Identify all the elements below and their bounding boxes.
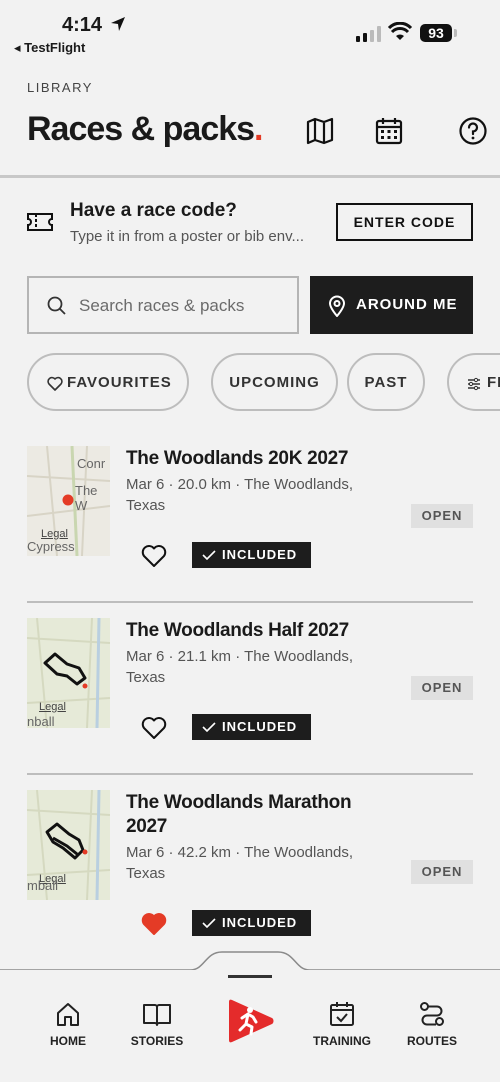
tab-label: HOME [50, 1034, 86, 1048]
filter-past-chip[interactable]: PAST [347, 353, 425, 411]
search-input[interactable] [77, 292, 291, 320]
page-title-dot: . [254, 110, 264, 148]
home-icon [57, 1003, 79, 1026]
tab-routes[interactable]: ROUTES [392, 1000, 472, 1048]
filter-more-chip[interactable]: FI [447, 353, 500, 411]
map-label: Conr [77, 456, 106, 471]
location-pin-icon [328, 295, 346, 317]
race-map-thumbnail: Legal nball [27, 618, 110, 728]
included-label: INCLUDED [222, 915, 298, 930]
header-divider [0, 175, 500, 178]
map-label: Cypress [27, 539, 75, 554]
tab-home[interactable]: HOME [28, 1000, 108, 1048]
filters-sliders-icon [468, 377, 480, 391]
race-meta: Mar 6 · 21.1 km · The Woodlands, Texas [126, 648, 354, 686]
included-badge: INCLUDED [192, 542, 311, 568]
race-meta: Mar 6 · 20.0 km · The Woodlands, Texas [126, 476, 354, 514]
race-code-subtitle: Type it in from a poster or bib env... [70, 228, 304, 245]
section-eyebrow: LIBRARY [27, 80, 93, 95]
chip-label: FAVOURITES [67, 374, 172, 391]
battery-indicator: 93 [420, 24, 452, 42]
filter-upcoming-chip[interactable]: UPCOMING [211, 353, 338, 411]
race-divider [27, 601, 473, 603]
filter-favourites-chip[interactable]: FAVOURITES [27, 353, 189, 411]
chip-label: FI [487, 374, 500, 391]
calendar-check-icon [330, 1002, 354, 1026]
race-code-title: Have a race code? [70, 200, 237, 221]
tab-label: TRAINING [313, 1034, 371, 1048]
checkmark-icon [202, 550, 216, 560]
status-badge: OPEN [411, 504, 473, 528]
checkmark-icon [202, 722, 216, 732]
race-title: The Woodlands Half 2027 [126, 620, 349, 641]
map-legal-link[interactable]: Legal [39, 701, 66, 713]
back-to-testflight-link[interactable]: ◂ TestFlight [14, 40, 85, 56]
map-icon[interactable] [305, 116, 335, 146]
status-bar: 4:14 ◂ TestFlight 93 [0, 0, 500, 60]
included-badge: INCLUDED [192, 714, 311, 740]
tab-training[interactable]: TRAINING [302, 1000, 382, 1048]
tab-stories[interactable]: STORIES [117, 1000, 197, 1048]
race-title: The Woodlands 20K 2027 [126, 448, 349, 469]
play-runner-icon[interactable] [226, 996, 276, 1046]
around-me-button[interactable]: AROUND ME [310, 276, 473, 334]
route-icon [420, 1002, 444, 1026]
included-label: INCLUDED [222, 719, 298, 734]
tab-drag-indicator [228, 975, 272, 978]
tab-label: STORIES [130, 1034, 184, 1048]
signal-icon [356, 26, 381, 42]
race-divider [27, 773, 473, 775]
map-label: nball [27, 714, 55, 728]
book-icon [143, 1004, 171, 1026]
search-icon [47, 296, 66, 315]
calendar-icon[interactable] [374, 116, 404, 146]
race-title: The Woodlands Marathon 2027 [126, 792, 352, 837]
map-label: mball [27, 878, 59, 893]
clock: 4:14 [62, 14, 103, 36]
battery-tip [454, 29, 457, 37]
location-arrow-icon [111, 17, 125, 31]
tab-label: ROUTES [406, 1034, 457, 1048]
race-meta: Mar 6 · 42.2 km · The Woodlands, Texas [126, 844, 354, 882]
included-label: INCLUDED [222, 547, 298, 562]
favourite-heart-icon[interactable] [141, 544, 167, 568]
page-title: Races & packs. [27, 110, 264, 149]
favourite-heart-icon[interactable] [141, 716, 167, 740]
race-map-thumbnail: Legal mball [27, 790, 110, 900]
status-badge: OPEN [411, 860, 473, 884]
heart-outline-icon [47, 376, 63, 391]
ticket-icon [27, 213, 53, 231]
race-map-thumbnail: Conr The W Legal Cypress [27, 446, 110, 556]
search-field[interactable] [27, 276, 299, 334]
favourite-heart-filled-icon[interactable] [141, 912, 167, 936]
map-label: The W [75, 483, 98, 513]
help-icon[interactable] [458, 116, 488, 146]
included-badge: INCLUDED [192, 910, 311, 936]
enter-code-button[interactable]: ENTER CODE [336, 203, 473, 241]
around-me-label: AROUND ME [356, 296, 458, 313]
status-badge: OPEN [411, 676, 473, 700]
page-title-text: Races & packs [27, 110, 255, 148]
checkmark-icon [202, 918, 216, 928]
wifi-icon [388, 22, 412, 40]
